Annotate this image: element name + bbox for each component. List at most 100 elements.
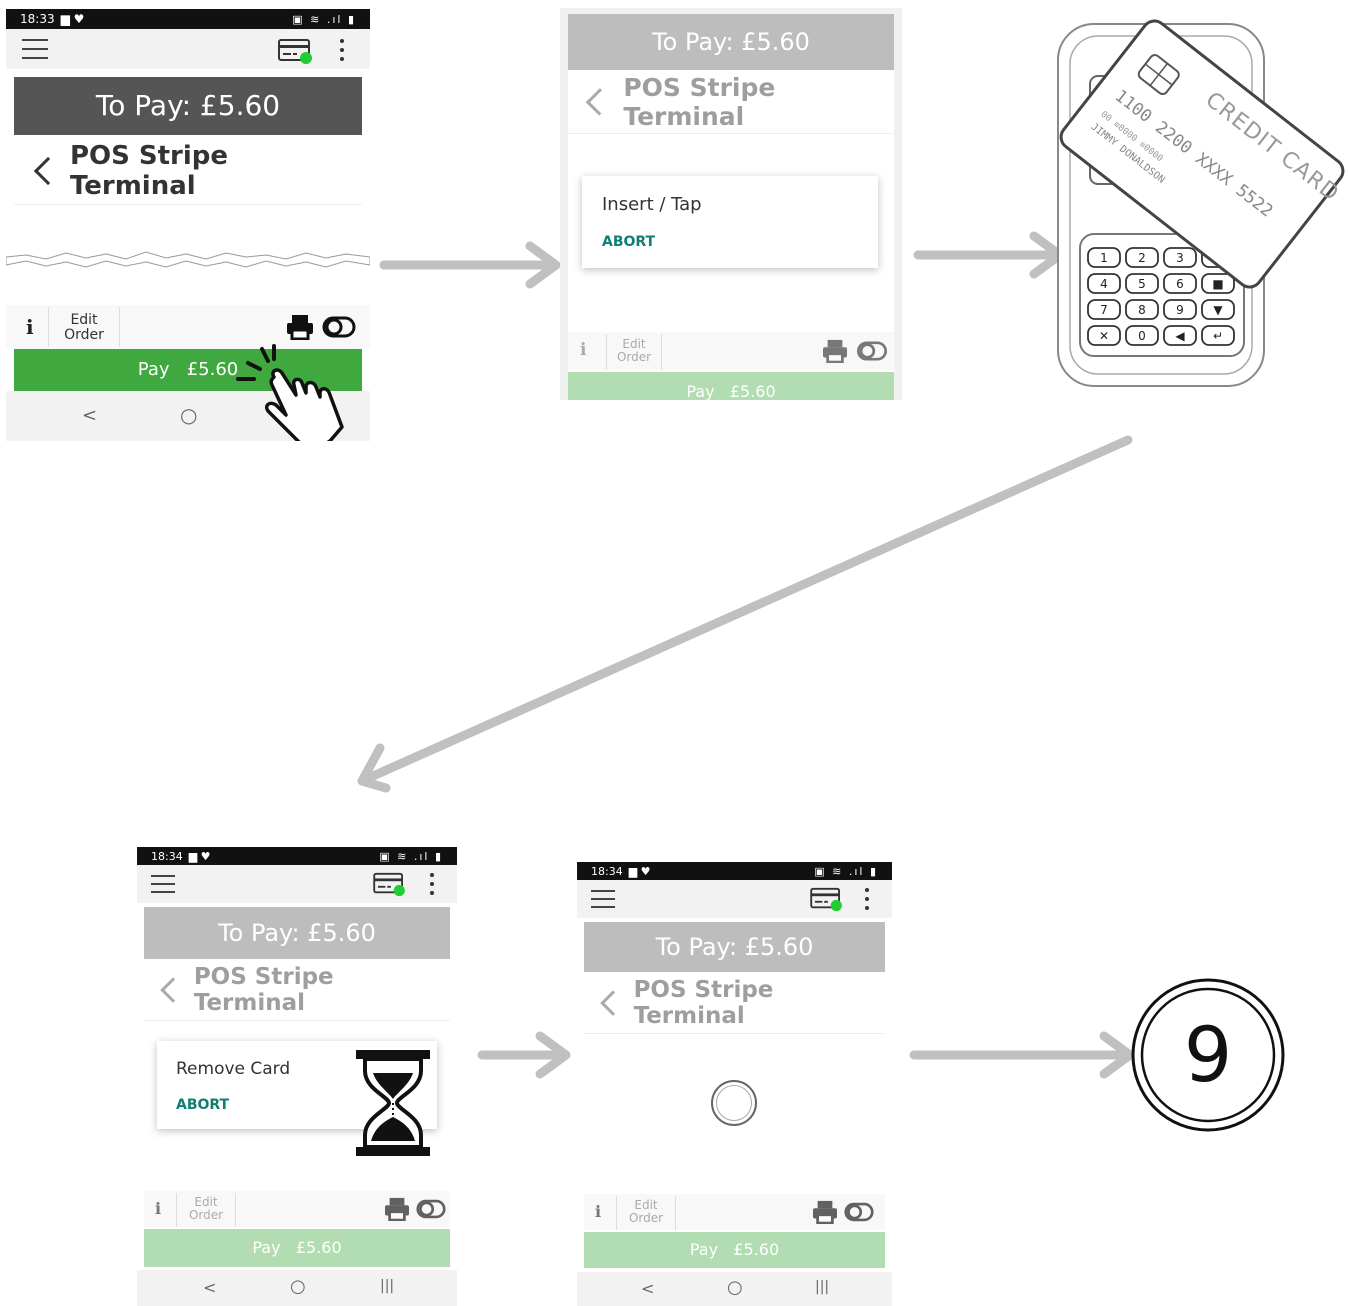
edit-order-line1: Edit [194,1195,218,1209]
info-button[interactable]: i [595,1202,601,1221]
pay-label: Pay [689,1240,719,1259]
status-bar: 18:34 ▆ ♥ ▣ ≋ .ıl ▮ [137,847,457,865]
keypad-key-label: ↵ [1213,329,1223,343]
pay-amount: £5.60 [186,359,239,380]
back-chevron-icon[interactable] [585,87,614,116]
toggle-icon[interactable] [322,316,356,338]
app-top-bar [577,880,892,918]
back-chevron-icon[interactable] [600,989,626,1016]
toggle-icon[interactable] [416,1199,446,1219]
terminal-title-bar: POS Stripe Terminal [584,972,885,1034]
back-chevron-icon[interactable] [33,156,63,185]
status-bar: 18:33 ▆ ♥ ▣ ≋ .ıl ▮ [6,9,370,29]
android-nav-bar: < ○ ||| [577,1272,892,1306]
pay-label: Pay [137,359,170,380]
nav-back-button[interactable]: < [203,1278,216,1297]
status-notification-icons: ▆ ♥ [188,849,211,863]
pay-button[interactable]: Pay £5.60 [144,1229,450,1267]
info-button[interactable]: i [26,315,34,339]
keypad-key-label: 6 [1176,277,1184,291]
nav-recents-button[interactable]: ||| [380,1278,394,1294]
toggle-icon[interactable] [856,341,888,361]
to-pay-banner: To Pay: £5.60 [144,907,450,959]
flow-arrow-4 [477,1031,571,1079]
printer-icon[interactable] [384,1197,410,1221]
edit-order-button[interactable]: Edit Order [616,1196,676,1230]
dialog-message: Insert / Tap [602,194,702,215]
back-chevron-icon[interactable] [160,976,186,1003]
nav-home-button[interactable]: ○ [290,1276,306,1297]
to-pay-banner: To Pay: £5.60 [584,922,885,972]
keypad-key-label: 1 [1100,251,1108,265]
pay-amount: £5.60 [295,1238,342,1257]
edit-order-button[interactable]: Edit Order [48,307,120,347]
keypad-key-label: 5 [1138,277,1146,291]
flow-arrow-1 [379,241,561,289]
hourglass-icon [356,1050,430,1156]
abort-button[interactable]: ABORT [176,1097,229,1113]
overflow-menu-icon[interactable] [430,873,434,900]
nav-home-button[interactable]: ○ [727,1277,743,1298]
step-number-badge: 9 [1131,978,1285,1132]
edit-order-button[interactable]: Edit Order [606,334,662,370]
overflow-menu-icon[interactable] [340,39,344,66]
nav-recents-button[interactable]: ||| [815,1279,829,1295]
app-top-bar [6,29,370,69]
pay-button[interactable]: Pay £5.60 [584,1232,885,1268]
card-reader-status-icon[interactable] [810,886,844,912]
info-button[interactable]: i [580,340,586,360]
keypad-key-label: ■ [1212,277,1223,291]
keypad-key-label: 3 [1176,251,1184,265]
terminal-title-bar: POS Stripe Terminal [144,959,450,1021]
pay-amount: £5.60 [729,382,776,400]
edit-order-line1: Edit [622,337,646,351]
status-notification-icons: ▆ ♥ [60,12,85,26]
card-reader-status-icon[interactable] [278,37,314,65]
torn-edge-divider [6,251,370,268]
status-signal-icons: ▣ ≋ .ıl ▮ [292,12,356,26]
toggle-icon[interactable] [844,1202,874,1222]
terminal-title: POS Stripe Terminal [69,140,229,201]
printer-icon[interactable] [286,314,314,340]
info-button[interactable]: i [155,1199,161,1218]
dialog-message: Remove Card [176,1059,291,1079]
app-top-bar [137,865,457,903]
edit-order-line2: Order [616,349,652,364]
edit-order-line2: Order [188,1207,224,1222]
status-signal-icons: ▣ ≋ .ıl ▮ [814,864,878,878]
terminal-title: POS Stripe Terminal [193,963,334,1016]
pay-label: Pay [686,382,715,400]
order-footer: i Edit Order [584,1194,885,1230]
abort-button[interactable]: ABORT [602,234,655,250]
keypad-key-label: ◀ [1175,329,1185,343]
terminal-title-bar: POS Stripe Terminal [14,137,362,205]
status-bar: 18:34 ▆ ♥ ▣ ≋ .ıl ▮ [577,862,892,880]
screen-1-pay-tap: 18:33 ▆ ♥ ▣ ≋ .ıl ▮ To Pay: £5.60 POS St… [6,9,370,441]
terminal-title: POS Stripe Terminal [633,976,774,1029]
status-time: 18:34 [591,864,623,878]
status-signal-icons: ▣ ≋ .ıl ▮ [379,849,443,863]
printer-icon[interactable] [812,1200,838,1224]
card-reader-status-icon[interactable] [373,871,407,897]
terminal-title-bar: POS Stripe Terminal [568,70,894,134]
keypad-key-label: ✕ [1099,329,1109,343]
keypad-key-label: 8 [1138,303,1146,317]
edit-order-button[interactable]: Edit Order [176,1193,236,1227]
nav-back-button[interactable]: < [82,405,97,426]
printer-icon[interactable] [822,339,848,363]
overflow-menu-icon[interactable] [865,888,869,915]
pay-amount: £5.60 [733,1240,780,1259]
menu-icon[interactable] [22,39,48,66]
pay-label: Pay [252,1238,281,1257]
nav-back-button[interactable]: < [641,1279,654,1298]
nav-home-button[interactable]: ○ [180,403,197,427]
pay-button[interactable]: Pay £5.60 [568,372,894,400]
order-footer: i Edit Order [144,1191,450,1227]
edit-order-line2: Order [628,1210,664,1225]
menu-icon[interactable] [151,875,175,900]
screen-2-insert-tap: To Pay: £5.60 POS Stripe Terminal Insert… [560,8,902,400]
menu-icon[interactable] [591,890,615,915]
keypad-key-label: 0 [1138,329,1146,343]
card-terminal-illustration: 123▲456■789▼✕0◀↵ CREDIT CARD 1100 2200 X… [1057,19,1345,387]
android-nav-bar: < ○ ||| [137,1270,457,1306]
